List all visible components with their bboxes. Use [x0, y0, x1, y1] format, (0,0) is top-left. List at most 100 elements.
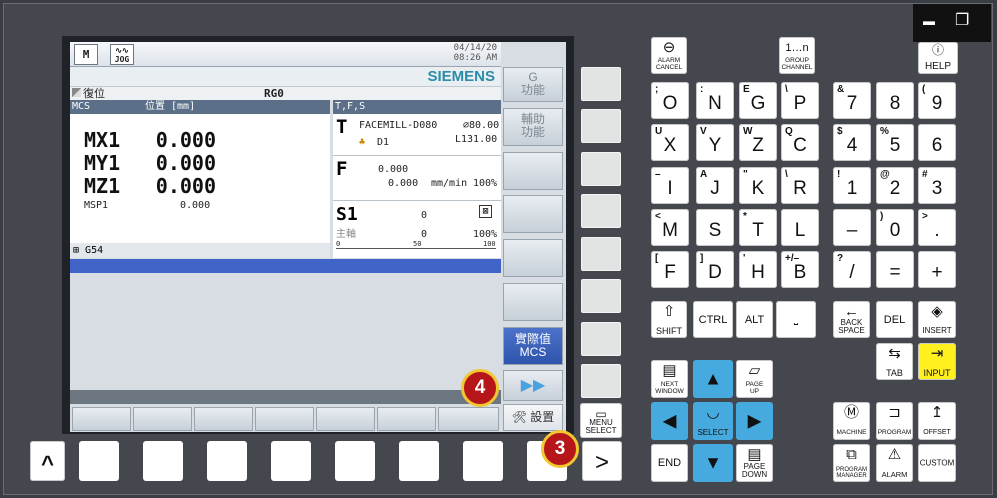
hkey-2[interactable]	[143, 441, 183, 481]
softkey-actual-mcs[interactable]: 實際值 MCS	[503, 327, 563, 365]
key-j[interactable]: AJ	[696, 167, 734, 204]
vkey-6[interactable]	[581, 279, 621, 313]
group-channel-key[interactable]: 1…n GROUP CHANNEL	[779, 37, 815, 74]
page-up-key[interactable]: ▱ PAGE UP	[736, 360, 773, 398]
hkey-7[interactable]	[463, 441, 503, 481]
machine-key[interactable]: Ⓜ MACHINE	[833, 402, 870, 440]
softkey-aux-function[interactable]: 輔助 功能	[503, 108, 563, 146]
key-p[interactable]: \ P	[781, 82, 819, 119]
hkey-4[interactable]	[271, 441, 311, 481]
hsoftkey-3[interactable]	[194, 407, 253, 431]
menu-select-key[interactable]: ▭ MENU SELECT	[580, 403, 622, 438]
hsoftkey-4[interactable]	[255, 407, 314, 431]
vkey-3[interactable]	[581, 152, 621, 186]
left-arrow-key[interactable]: ◀	[651, 402, 688, 440]
page-down-key[interactable]: ▤ PAGE DOWN	[736, 444, 773, 482]
numkey-11[interactable]: >.	[918, 209, 956, 246]
vkey-8[interactable]	[581, 364, 621, 398]
key-g[interactable]: EG	[739, 82, 777, 119]
end-key[interactable]: END	[651, 444, 688, 482]
hkey-3[interactable]	[207, 441, 247, 481]
key-o[interactable]: ; O	[651, 82, 689, 119]
numkey-1[interactable]: 8	[876, 82, 914, 119]
input-key[interactable]: ⇥ INPUT	[918, 343, 956, 380]
select-key[interactable]: ◡ SELECT	[693, 402, 733, 440]
custom-key[interactable]: CUSTOM	[918, 444, 956, 482]
up-arrow-key[interactable]: ▲	[693, 360, 733, 398]
numkey-5[interactable]: 6	[918, 124, 956, 161]
numkey-10[interactable]: ) 0	[876, 209, 914, 246]
key-b[interactable]: +/– B	[781, 251, 819, 288]
numkey-13[interactable]: =	[876, 251, 914, 288]
alarm-cancel-key[interactable]: ⊖ ALARM CANCEL	[651, 37, 687, 74]
tab-key[interactable]: ⇆ TAB	[876, 343, 913, 380]
numkey-6[interactable]: ! 1	[833, 167, 871, 204]
softkey-more[interactable]: ▶▶	[503, 370, 563, 401]
vkey-4[interactable]	[581, 194, 621, 228]
hsoftkey-6[interactable]	[377, 407, 436, 431]
key-f[interactable]: [F	[651, 251, 689, 288]
hkey-6[interactable]	[399, 441, 439, 481]
restore-button[interactable]: ❐	[955, 10, 969, 30]
vkey-7[interactable]	[581, 322, 621, 356]
hsoftkey-2[interactable]	[133, 407, 192, 431]
hsoftkey-5[interactable]	[316, 407, 375, 431]
hsoftkey-7[interactable]	[438, 407, 499, 431]
caret-key[interactable]: ^	[30, 441, 65, 481]
hkey-1[interactable]	[79, 441, 119, 481]
hsoftkey-1[interactable]	[72, 407, 131, 431]
key-k[interactable]: " K	[739, 167, 777, 204]
vkey-1[interactable]	[581, 67, 621, 101]
key-c[interactable]: QC	[781, 124, 819, 161]
key-t[interactable]: * T	[739, 209, 777, 246]
program-key[interactable]: ⊐ PROGRAM	[876, 402, 913, 440]
key-i[interactable]: – I	[651, 167, 689, 204]
next-key[interactable]: >	[582, 441, 622, 481]
numkey-7[interactable]: @2	[876, 167, 914, 204]
key-m[interactable]: < M	[651, 209, 689, 246]
softkey-5[interactable]	[503, 239, 563, 277]
down-arrow-key[interactable]: ▼	[693, 444, 733, 482]
numkey-14[interactable]: +	[918, 251, 956, 288]
hkey-5[interactable]	[335, 441, 375, 481]
machine-icon[interactable]: M	[74, 44, 98, 65]
key-x[interactable]: UX	[651, 124, 689, 161]
numkey-8[interactable]: #3	[918, 167, 956, 204]
key-s[interactable]: S	[696, 209, 734, 246]
softkey-g-function[interactable]: G 功能	[503, 67, 563, 102]
key-r[interactable]: \ R	[781, 167, 819, 204]
backspace-key[interactable]: ← BACK SPACE	[833, 301, 870, 338]
key-h[interactable]: ' H	[739, 251, 777, 288]
space-key[interactable]: ⎵	[776, 301, 816, 338]
jog-icon[interactable]: ∿∿ JOG	[110, 44, 134, 65]
key-d[interactable]: ] D	[696, 251, 734, 288]
softkey-settings[interactable]: 🛠 設置	[503, 404, 563, 431]
softkey-6[interactable]	[503, 283, 563, 321]
insert-key[interactable]: ◈ INSERT	[918, 301, 956, 338]
key-n[interactable]: :N	[696, 82, 734, 119]
vkey-2[interactable]	[581, 109, 621, 143]
help-key[interactable]: ⓘ HELP	[918, 42, 958, 74]
alt-key[interactable]: ALT	[736, 301, 773, 338]
alarm-key[interactable]: ⚠ ALARM	[876, 444, 913, 482]
ctrl-key[interactable]: CTRL	[693, 301, 733, 338]
shift-key[interactable]: ⇧ SHIFT	[651, 301, 687, 338]
softkey-3[interactable]	[503, 152, 563, 190]
numkey-4[interactable]: % 5	[876, 124, 914, 161]
next-window-key[interactable]: ▤ NEXT WINDOW	[651, 360, 688, 398]
vkey-5[interactable]	[581, 237, 621, 271]
key-l[interactable]: L	[781, 209, 819, 246]
softkey-4[interactable]	[503, 195, 563, 233]
key-z[interactable]: WZ	[739, 124, 777, 161]
del-key[interactable]: DEL	[876, 301, 913, 338]
numkey-12[interactable]: ? /	[833, 251, 871, 288]
key-y[interactable]: VY	[696, 124, 734, 161]
minimize-button[interactable]: ▬	[923, 14, 935, 28]
numkey-9[interactable]: –	[833, 209, 871, 246]
right-arrow-key[interactable]: ▶	[736, 402, 773, 440]
numkey-3[interactable]: $4	[833, 124, 871, 161]
numkey-0[interactable]: & 7	[833, 82, 871, 119]
program-manager-key[interactable]: ⧉ PROGRAM MANAGER	[833, 444, 870, 482]
numkey-2[interactable]: (9	[918, 82, 956, 119]
offset-key[interactable]: ↥ OFFSET	[918, 402, 956, 440]
